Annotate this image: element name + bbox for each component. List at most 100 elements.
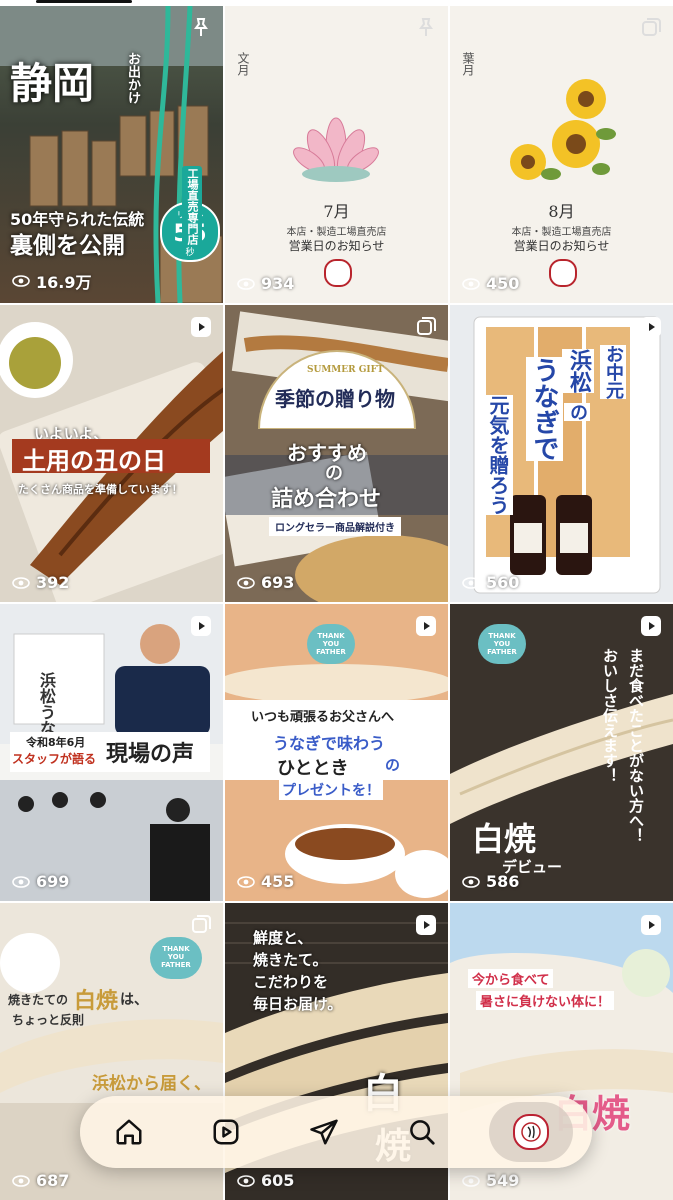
post-subtitle: お出かけ: [125, 52, 140, 104]
view-count-value: 699: [36, 872, 70, 891]
brand-logo-icon: [521, 1122, 541, 1142]
post-title: 季節の贈り物: [275, 387, 395, 411]
view-count-value: 693: [261, 573, 295, 592]
post-caption: おいしさ伝えます！: [601, 648, 619, 783]
eye-icon: [462, 576, 480, 589]
view-count: 560: [462, 573, 519, 592]
shop-label: 工場直売専門店: [182, 166, 202, 247]
grid-post[interactable]: 文月 7月 本店・製造工場直売店 営業日のお知らせ 934: [225, 6, 448, 303]
post-caption: 詰め合わせ: [271, 486, 382, 512]
eye-icon: [462, 875, 480, 888]
grid-post[interactable]: THANK YOU FATHER いつも頑張るお父さんへ うなぎで味わう ひとと…: [225, 604, 448, 901]
post-title: 現場の声: [106, 742, 195, 767]
nav-messages[interactable]: [294, 1102, 354, 1162]
post-caption: 焼きたて。: [253, 951, 328, 969]
thank-you-label: THANK YOU FATHER: [316, 632, 346, 656]
post-grid: 静岡 お出かけ 50年守られた伝統 裏側を公開 リール 55 秒 工場直売専門店…: [0, 6, 673, 1200]
month-name: 文月: [236, 52, 250, 76]
view-count: 450: [462, 274, 519, 293]
post-title: 静岡: [10, 59, 95, 108]
view-count-value: 450: [486, 274, 520, 293]
send-icon: [310, 1119, 338, 1145]
reel-icon: [416, 616, 436, 636]
brand-logo: [549, 259, 577, 287]
notice-line: 本店・製造工場直売店: [286, 227, 387, 238]
view-count: 693: [237, 573, 294, 592]
nav-reels[interactable]: [196, 1102, 256, 1162]
search-icon: [409, 1120, 435, 1145]
post-caption: 元気を贈ろう: [484, 395, 513, 515]
view-count-value: 934: [261, 274, 295, 293]
view-count: 455: [237, 872, 294, 891]
nav-profile[interactable]: [489, 1102, 574, 1162]
post-title: うなぎで味わう: [273, 734, 386, 753]
post-title: うなぎで: [526, 357, 563, 461]
post-title: は、: [120, 992, 148, 1008]
grid-post[interactable]: THANK YOU FATHER まだ食べたことがない方へ！ おいしさ伝えます！…: [450, 604, 673, 901]
post-caption: こだわりを: [253, 973, 329, 991]
grid-post[interactable]: 浜松うなぎ 令和8年6月 スタッフが語る 現場の声 699: [0, 604, 223, 901]
view-count-value: 605: [261, 1171, 295, 1190]
view-count: 549: [462, 1171, 519, 1190]
notice-line: 本店・製造工場直売店: [511, 227, 612, 238]
reel-icon: [641, 317, 661, 337]
view-count-value: 16.9万: [36, 273, 92, 292]
eye-icon: [12, 275, 30, 287]
reel-icon: [191, 317, 211, 337]
post-title: ひととき: [277, 758, 349, 779]
post-caption: たくさん商品を準備しています！: [18, 483, 183, 496]
view-count: 699: [12, 872, 69, 891]
post-caption: ちょっと反則: [12, 1013, 85, 1027]
reel-icon: [416, 915, 436, 935]
grid-post[interactable]: 静岡 お出かけ 50年守られた伝統 裏側を公開 リール 55 秒 工場直売専門店…: [0, 6, 223, 303]
tab-indicator: [36, 0, 132, 3]
reel-icon: [641, 915, 661, 935]
eye-icon: [237, 1174, 255, 1187]
reel-icon: [641, 616, 661, 636]
pin-icon: [419, 18, 433, 36]
thank-you-label: THANK YOU FATHER: [161, 945, 191, 969]
grid-post[interactable]: 葉月 8月 本店・製造工場直売店 営業日のお知らせ 450: [450, 6, 673, 303]
grid-post[interactable]: いよいよ、 土用の丑の日 たくさん商品を準備しています！ 392: [0, 305, 223, 602]
view-count-value: 586: [486, 872, 520, 891]
view-count: 605: [237, 1171, 294, 1190]
carousel-icon: [417, 317, 436, 335]
eye-icon: [237, 875, 255, 888]
post-kicker: いつも頑張るお父さんへ: [251, 710, 395, 725]
view-count: 934: [237, 274, 294, 293]
grid-post[interactable]: お中元 浜松 の うなぎで 元気を贈ろう 560: [450, 305, 673, 602]
post-kicker: お中元: [600, 345, 626, 399]
eye-icon: [462, 1174, 480, 1187]
nav-search[interactable]: [392, 1102, 452, 1162]
bottom-nav: [80, 1096, 592, 1168]
eye-icon: [12, 576, 30, 589]
notice-title: 営業日のお知らせ: [288, 239, 385, 253]
grid-post[interactable]: SUMMER GIFT 季節の贈り物 おすすめ の 詰め合わせ ロングセラー商品…: [225, 305, 448, 602]
reel-icon: [191, 616, 211, 636]
month-label: 7月: [323, 202, 350, 221]
eye-icon: [12, 875, 30, 888]
post-caption: 毎日お届け。: [253, 995, 343, 1013]
month-label: 8月: [548, 202, 575, 221]
eye-icon: [237, 576, 255, 589]
view-count: 392: [12, 573, 69, 592]
view-count-value: 560: [486, 573, 520, 592]
view-count: 16.9万: [12, 269, 91, 293]
post-caption: まだ食べたことがない方へ！: [627, 648, 645, 843]
notice-title: 営業日のお知らせ: [513, 239, 610, 253]
post-caption: 今から食べて: [468, 969, 554, 988]
gift-tag: SUMMER GIFT: [307, 365, 384, 375]
thank-you-label: THANK YOU FATHER: [487, 632, 517, 656]
view-count-value: 687: [36, 1171, 70, 1190]
month-name: 葉月: [461, 52, 475, 76]
post-caption: 浜松から届く、: [92, 1074, 211, 1094]
post-kicker: スタッフが語る: [12, 752, 97, 766]
eye-icon: [12, 1174, 30, 1187]
nav-home[interactable]: [99, 1102, 159, 1162]
post-caption: 暑さに負けない体に！: [476, 991, 615, 1010]
view-count: 586: [462, 872, 519, 891]
view-count-value: 549: [486, 1171, 520, 1190]
home-icon: [116, 1119, 142, 1145]
view-count-value: 392: [36, 573, 70, 592]
eye-icon: [462, 277, 480, 290]
